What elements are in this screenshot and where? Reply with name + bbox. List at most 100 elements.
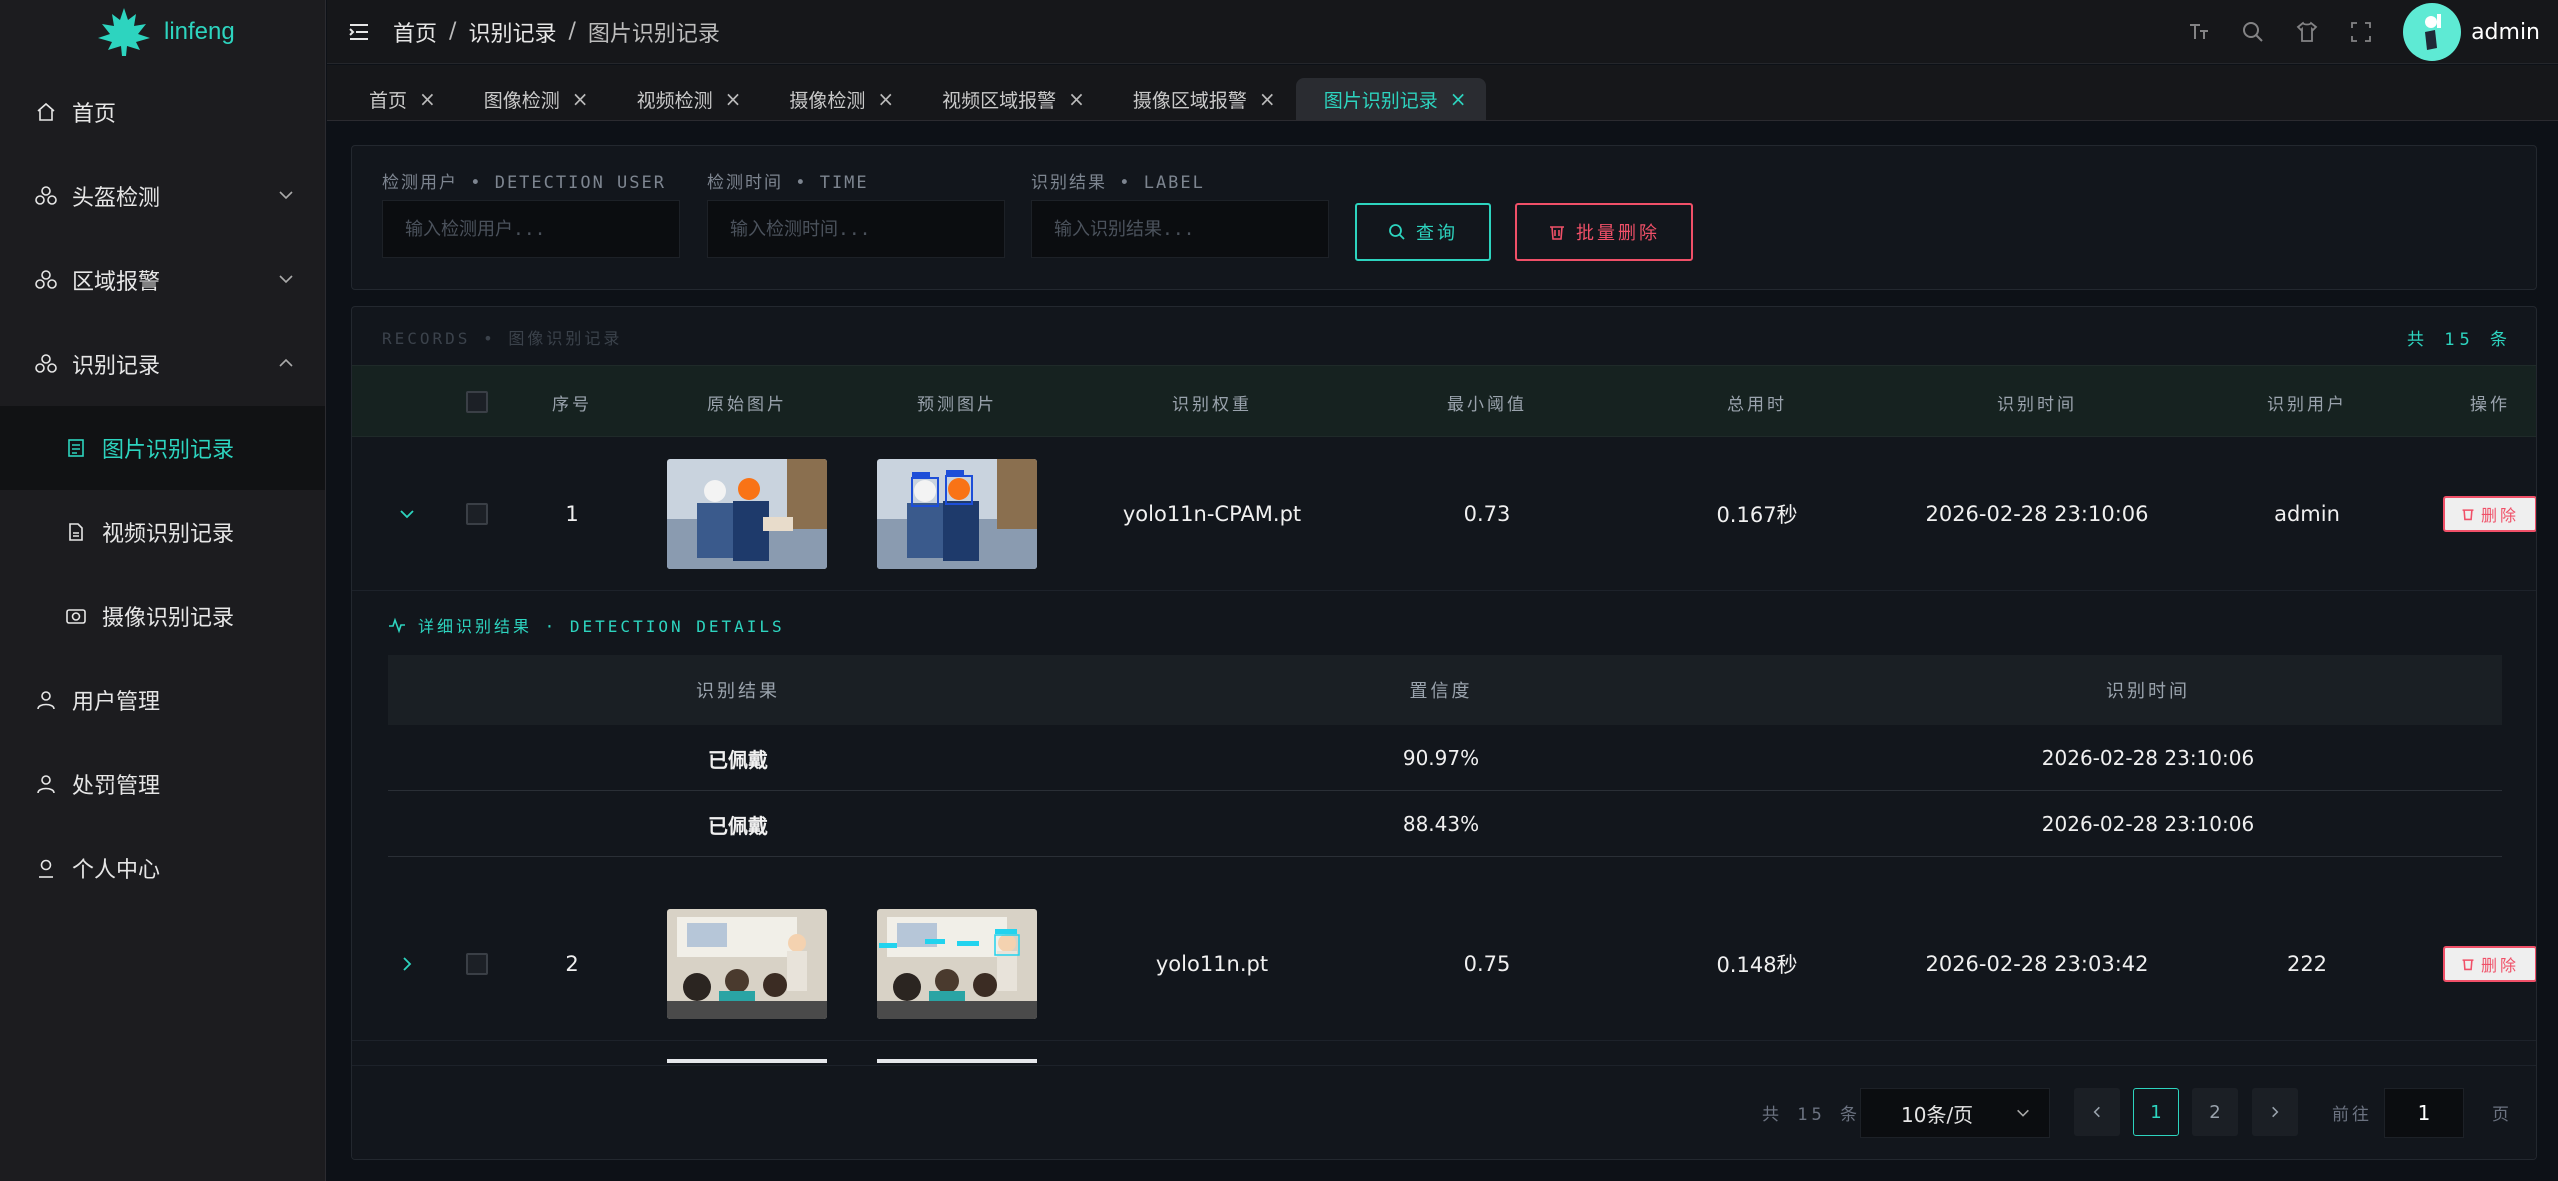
tab-label: 摄像区域报警 <box>1132 89 1247 112</box>
tab-video-detection[interactable]: 视频检测 × <box>609 78 762 120</box>
tab-home[interactable]: 首页 × <box>341 78 456 120</box>
theme-shirt-icon[interactable] <box>2295 20 2319 44</box>
predicted-image-thumbnail[interactable] <box>877 909 1037 1019</box>
detail-confidence: 90.97% <box>1402 746 1480 770</box>
fullscreen-icon[interactable] <box>2349 20 2373 44</box>
sidebar-item-label: 个人中心 <box>72 858 161 883</box>
next-page-button[interactable] <box>2252 1088 2298 1136</box>
filter-panel: 检测用户 • DETECTION USER 检测时间 • TIME 识别结果 •… <box>351 145 2537 290</box>
predicted-image-thumbnail[interactable] <box>877 459 1037 569</box>
avatar-figure-icon <box>2425 14 2442 50</box>
row-threshold: 0.75 <box>1463 952 1511 976</box>
chevron-down-icon[interactable] <box>398 505 416 523</box>
page-size-select[interactable]: 10条/页 <box>1860 1088 2050 1138</box>
close-icon[interactable]: × <box>419 87 436 111</box>
detection-result-input[interactable] <box>1031 200 1329 258</box>
goto-page-input[interactable]: 1 <box>2384 1088 2464 1138</box>
chevron-down-icon <box>2017 1109 2029 1117</box>
breadcrumb-item[interactable]: 识别记录 <box>468 16 556 48</box>
select-all-checkbox[interactable] <box>466 391 488 413</box>
sidebar-item-label: 视频识别记录 <box>102 522 235 547</box>
detection-user-input[interactable] <box>382 200 680 258</box>
logo[interactable]: linfeng <box>0 0 325 64</box>
detail-column-header: 识别结果 <box>696 681 780 702</box>
records-count: 共 15 条 <box>2407 330 2512 350</box>
close-icon[interactable]: × <box>572 87 589 111</box>
sidebar-item-helmet-detection[interactable]: 头盔检测 <box>0 154 325 238</box>
page-button-2[interactable]: 2 <box>2192 1088 2238 1136</box>
detail-title-text: 详细识别结果 · DETECTION DETAILS <box>418 617 785 636</box>
tab-camera-area-alarm[interactable]: 摄像区域报警 × <box>1105 78 1296 120</box>
breadcrumb-separator: / <box>568 19 576 44</box>
sidebar-item-image-records[interactable]: 图片识别记录 <box>0 406 325 490</box>
detection-icon <box>34 184 58 208</box>
sidebar-item-records[interactable]: 识别记录 <box>0 322 325 406</box>
sidebar-item-label: 图片识别记录 <box>102 438 235 463</box>
breadcrumb-item[interactable]: 首页 <box>393 16 437 48</box>
close-icon[interactable]: × <box>877 87 894 111</box>
prev-page-button[interactable] <box>2074 1088 2120 1136</box>
query-button[interactable]: 查询 <box>1355 203 1491 261</box>
detail-time: 2026-02-28 23:10:06 <box>2041 812 2255 836</box>
tab-video-area-alarm[interactable]: 视频区域报警 × <box>914 78 1105 120</box>
row-delete-button[interactable]: 删除 <box>2443 946 2536 982</box>
original-image-thumbnail[interactable] <box>667 459 827 569</box>
tab-label: 摄像检测 <box>789 89 866 112</box>
records-panel: RECORDS • 图像识别记录 共 15 条 序号 原始图片 预测图片 识别权… <box>351 306 2537 1160</box>
sidebar-item-penalty-management[interactable]: 处罚管理 <box>0 742 325 826</box>
row-checkbox[interactable] <box>466 503 488 525</box>
row-user: 222 <box>2286 952 2328 976</box>
document-icon <box>64 436 88 460</box>
column-header: 操作 <box>2470 394 2510 415</box>
row-duration: 0.148秒 <box>1716 953 1798 977</box>
tab-image-detection[interactable]: 图像检测 × <box>456 78 609 120</box>
column-header: 总用时 <box>1727 394 1787 415</box>
chevron-right-icon[interactable] <box>398 955 416 973</box>
close-icon[interactable]: × <box>725 87 742 111</box>
row-threshold: 0.73 <box>1463 502 1511 526</box>
breadcrumb-separator: / <box>449 19 457 44</box>
avatar[interactable] <box>2403 3 2462 61</box>
detection-time-input[interactable] <box>707 200 1005 258</box>
sidebar-item-camera-records[interactable]: 摄像识别记录 <box>0 574 325 658</box>
query-button-label: 查询 <box>1416 223 1458 244</box>
detail-column-header: 置信度 <box>1409 681 1473 702</box>
table-row[interactable]: 2 yolo11n.pt 0.75 0.148秒 2026-02-28 23:0… <box>352 887 2536 1041</box>
menu-fold-icon[interactable] <box>347 20 371 44</box>
detection-details: 详细识别结果 · DETECTION DETAILS 识别结果 置信度 识别时间… <box>352 591 2536 891</box>
row-delete-button[interactable]: 删除 <box>2443 496 2536 532</box>
sidebar-item-label: 识别记录 <box>72 354 161 379</box>
close-icon[interactable]: × <box>1450 87 1467 111</box>
close-icon[interactable]: × <box>1259 87 1276 111</box>
tab-label: 视频检测 <box>636 89 713 112</box>
trash-icon <box>2462 509 2474 521</box>
sidebar-item-area-alarm[interactable]: 区域报警 <box>0 238 325 322</box>
trash-icon <box>1550 226 1564 240</box>
font-size-icon[interactable] <box>2187 20 2211 44</box>
sidebar-item-home[interactable]: 首页 <box>0 70 325 154</box>
sidebar-item-label: 头盔检测 <box>72 186 161 211</box>
tab-camera-detection[interactable]: 摄像检测 × <box>761 78 914 120</box>
batch-delete-button[interactable]: 批量删除 <box>1515 203 1693 261</box>
detail-result: 已佩戴 <box>708 813 768 838</box>
detail-row: 已佩戴 88.43% 2026-02-28 23:10:06 <box>388 791 2502 857</box>
detail-time: 2026-02-28 23:10:06 <box>2041 746 2255 770</box>
user-name[interactable]: admin <box>2471 20 2540 45</box>
profile-icon <box>34 856 58 880</box>
page-button-1[interactable]: 1 <box>2133 1088 2179 1136</box>
goto-label: 前往 <box>2332 1105 2372 1125</box>
close-icon[interactable]: × <box>1068 87 1085 111</box>
sidebar-item-video-records[interactable]: 视频识别记录 <box>0 490 325 574</box>
table-row[interactable]: 1 yolo11n-CPAM.pt 0.73 0.167秒 2026-02-28… <box>352 437 2536 591</box>
original-image-thumbnail[interactable] <box>667 909 827 1019</box>
sidebar-item-profile[interactable]: 个人中心 <box>0 826 325 910</box>
chevron-right-icon <box>2272 1106 2279 1118</box>
sidebar-item-user-management[interactable]: 用户管理 <box>0 658 325 742</box>
row-checkbox[interactable] <box>466 953 488 975</box>
tab-image-records[interactable]: 图片识别记录 × <box>1295 78 1487 120</box>
search-icon[interactable] <box>2241 20 2265 44</box>
trash-icon <box>2462 959 2474 971</box>
tab-label: 图片识别记录 <box>1323 89 1438 112</box>
sidebar-item-label: 处罚管理 <box>72 774 161 799</box>
row-index: 2 <box>565 952 579 976</box>
